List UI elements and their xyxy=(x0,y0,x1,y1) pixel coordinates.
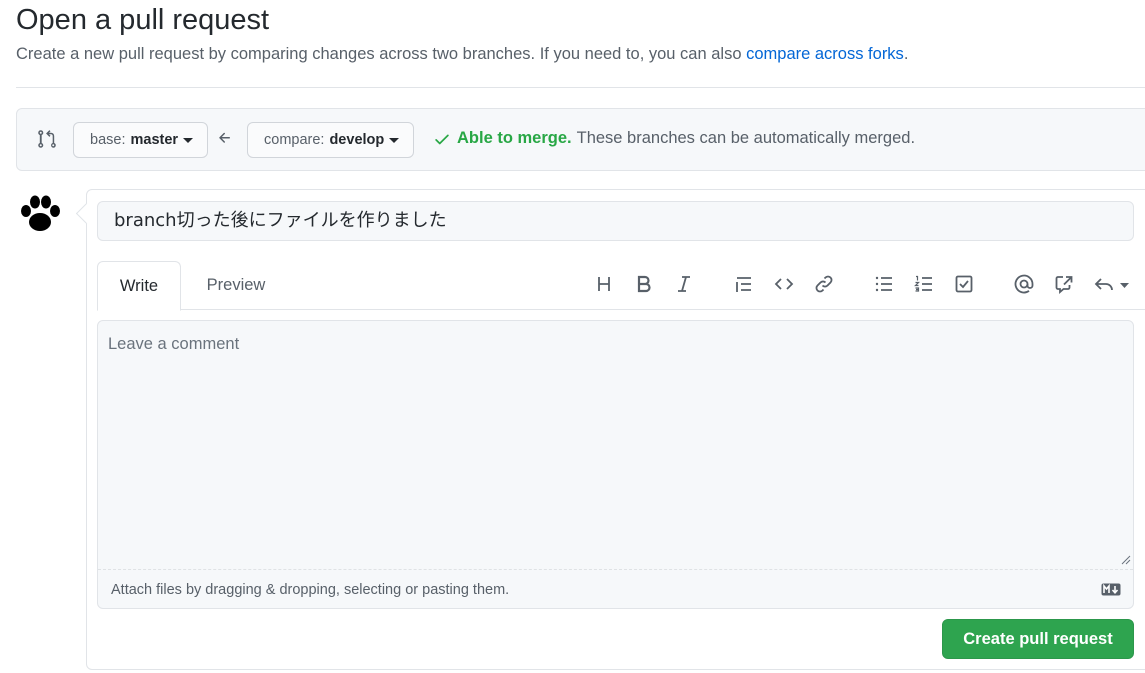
mention-icon[interactable] xyxy=(1014,274,1034,294)
heading-icon[interactable] xyxy=(594,274,614,294)
merge-status-text: These branches can be automatically merg… xyxy=(576,129,916,147)
chevron-down-icon xyxy=(183,137,194,143)
reply-icon[interactable] xyxy=(1094,274,1132,294)
bold-icon[interactable] xyxy=(634,274,654,294)
markdown-icon[interactable] xyxy=(1101,583,1121,596)
check-icon xyxy=(435,134,449,144)
compare-prefix: compare: xyxy=(264,132,325,148)
pr-title-input[interactable]: branch切った後にファイルを作りました xyxy=(97,201,1134,241)
editor-tabs: Write Preview xyxy=(97,261,1145,311)
range-editor: base: master compare: develop Able to merg… xyxy=(16,108,1145,171)
create-pull-request-button[interactable]: Create pull request xyxy=(942,619,1134,659)
header-divider xyxy=(16,87,1145,88)
file-attach-bar[interactable]: Attach files by dragging & dropping, sel… xyxy=(98,569,1133,608)
comment-textarea[interactable]: Leave a comment Attach files by dragging… xyxy=(97,320,1134,609)
tab-write[interactable]: Write xyxy=(97,261,181,311)
ordered-list-icon[interactable] xyxy=(914,274,934,294)
unordered-list-icon[interactable] xyxy=(874,274,894,294)
task-list-icon[interactable] xyxy=(954,274,974,294)
resize-handle-icon[interactable] xyxy=(1121,555,1131,565)
page-subtitle: Create a new pull request by comparing c… xyxy=(16,45,908,64)
base-branch-name: master xyxy=(130,132,179,148)
base-branch-select[interactable]: base: master xyxy=(73,122,209,158)
page-title: Open a pull request xyxy=(16,4,270,36)
git-compare-icon xyxy=(38,130,56,148)
link-icon[interactable] xyxy=(814,274,834,294)
avatar[interactable] xyxy=(18,194,62,234)
tab-preview[interactable]: Preview xyxy=(191,261,281,310)
merge-status-bold: Able to merge. xyxy=(457,129,572,147)
compare-branch-select[interactable]: compare: develop xyxy=(247,122,415,158)
compare-across-forks-link[interactable]: compare across forks xyxy=(746,45,904,63)
subtitle-end: . xyxy=(903,45,909,63)
base-prefix: base: xyxy=(90,132,126,148)
attach-hint: Attach files by dragging & dropping, sel… xyxy=(111,582,510,598)
reference-icon[interactable] xyxy=(1054,274,1074,294)
arrow-left-icon xyxy=(219,132,230,143)
chevron-down-icon xyxy=(389,137,400,143)
comment-placeholder: Leave a comment xyxy=(108,335,240,353)
code-icon[interactable] xyxy=(774,274,794,294)
subtitle-text: Create a new pull request by comparing c… xyxy=(16,45,747,63)
merge-status: Able to merge. These branches can be auto… xyxy=(433,129,915,148)
italic-icon[interactable] xyxy=(674,274,694,294)
quote-icon[interactable] xyxy=(734,274,754,294)
pull-request-form: branch切った後にファイルを作りました Write Preview Leav… xyxy=(86,189,1145,670)
compare-branch-name: develop xyxy=(329,132,385,148)
